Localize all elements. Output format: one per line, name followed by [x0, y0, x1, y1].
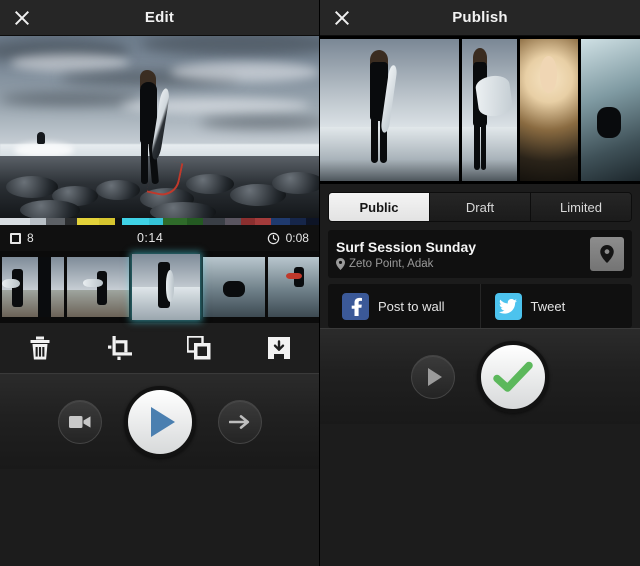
- duplicate-icon: [187, 336, 211, 360]
- list-item[interactable]: [132, 254, 200, 320]
- close-icon[interactable]: [324, 0, 360, 36]
- play-icon: [428, 367, 442, 386]
- timeline-info-bar: 8 0:14 0:08: [0, 225, 319, 251]
- play-button[interactable]: [411, 354, 455, 399]
- crop-icon: [107, 336, 132, 360]
- list-item[interactable]: [268, 257, 319, 317]
- rock: [150, 202, 216, 218]
- tab-draft[interactable]: Draft: [430, 193, 531, 221]
- square-icon: [10, 232, 21, 244]
- visibility-tabs: Public Draft Limited: [328, 192, 632, 222]
- photo-strip[interactable]: [320, 36, 640, 184]
- delete-button[interactable]: [0, 323, 80, 373]
- edit-header: Edit: [0, 0, 319, 36]
- photo-thumbnail[interactable]: [320, 39, 459, 181]
- dual-screen-container: Edit 8 0:14 0:08 Publish Public Draft Li…: [0, 0, 640, 566]
- rock: [6, 176, 58, 198]
- map-pin-icon: [600, 245, 614, 263]
- save-icon: [268, 337, 291, 359]
- background-surfer: [34, 132, 48, 148]
- tab-limited[interactable]: Limited: [531, 193, 631, 221]
- publish-screen: Publish Public Draft Limited Surf Sessio…: [320, 0, 640, 566]
- list-item[interactable]: [2, 257, 64, 317]
- twitter-icon: [494, 292, 522, 320]
- edit-toolbar: [0, 323, 319, 373]
- clip-count: 8: [27, 231, 34, 245]
- twitter-share-button[interactable]: Tweet: [479, 284, 633, 328]
- save-button[interactable]: [239, 323, 319, 373]
- check-icon: [493, 361, 533, 392]
- facebook-share-button[interactable]: Post to wall: [328, 284, 480, 328]
- cloud: [10, 54, 130, 72]
- clock-icon: [267, 232, 279, 244]
- duplicate-button[interactable]: [160, 323, 240, 373]
- play-icon: [150, 406, 175, 437]
- publish-header: Publish: [320, 0, 640, 36]
- next-button[interactable]: [217, 399, 262, 444]
- edit-control-bar: [0, 373, 319, 469]
- total-duration: 0:14: [136, 231, 164, 245]
- crop-button[interactable]: [80, 323, 160, 373]
- foreground-surfer: [132, 68, 184, 199]
- cloud: [170, 62, 319, 82]
- photo-thumbnail[interactable]: [520, 39, 578, 181]
- tab-public[interactable]: Public: [329, 193, 430, 221]
- cloud: [0, 92, 140, 106]
- share-options-row: Post to wall Tweet: [328, 284, 632, 328]
- rock: [272, 172, 319, 194]
- page-title: Publish: [452, 9, 508, 26]
- video-title[interactable]: Surf Session Sunday: [336, 239, 582, 255]
- play-button[interactable]: [123, 385, 196, 458]
- map-pin-icon: [336, 257, 345, 270]
- photo-thumbnail[interactable]: [461, 39, 518, 181]
- facebook-icon: [342, 292, 369, 320]
- camera-button[interactable]: [57, 399, 102, 444]
- rock: [20, 200, 80, 218]
- arrow-right-icon: [228, 414, 249, 429]
- edit-screen: Edit 8 0:14 0:08: [0, 0, 320, 566]
- list-item[interactable]: [203, 257, 265, 317]
- video-preview[interactable]: [0, 36, 319, 218]
- trash-icon: [30, 336, 50, 360]
- rock: [186, 174, 234, 194]
- publish-control-bar: [320, 328, 640, 424]
- clip-duration: 0:08: [285, 231, 309, 245]
- clip-duration-group: 0:08: [267, 231, 309, 245]
- cloud: [200, 116, 319, 129]
- confirm-button[interactable]: [477, 340, 549, 413]
- video-location[interactable]: Zeto Point, Adak: [336, 257, 582, 270]
- timeline-segments[interactable]: [0, 218, 319, 225]
- photo-thumbnail[interactable]: [580, 39, 640, 181]
- location-button[interactable]: [590, 237, 624, 271]
- clip-count-group: 8: [10, 231, 34, 245]
- list-item[interactable]: [67, 257, 129, 317]
- facebook-share-label: Post to wall: [378, 298, 445, 314]
- video-meta-row[interactable]: Surf Session Sunday Zeto Point, Adak: [328, 230, 632, 278]
- visibility-tabs-container: Public Draft Limited: [320, 184, 640, 228]
- page-title: Edit: [144, 9, 175, 26]
- clip-thumbnail-strip[interactable]: [0, 251, 319, 323]
- video-camera-icon: [68, 415, 90, 428]
- close-icon[interactable]: [4, 0, 40, 36]
- twitter-share-label: Tweet: [530, 298, 566, 314]
- video-meta-text: Surf Session Sunday Zeto Point, Adak: [336, 239, 582, 270]
- location-text: Zeto Point, Adak: [349, 257, 434, 270]
